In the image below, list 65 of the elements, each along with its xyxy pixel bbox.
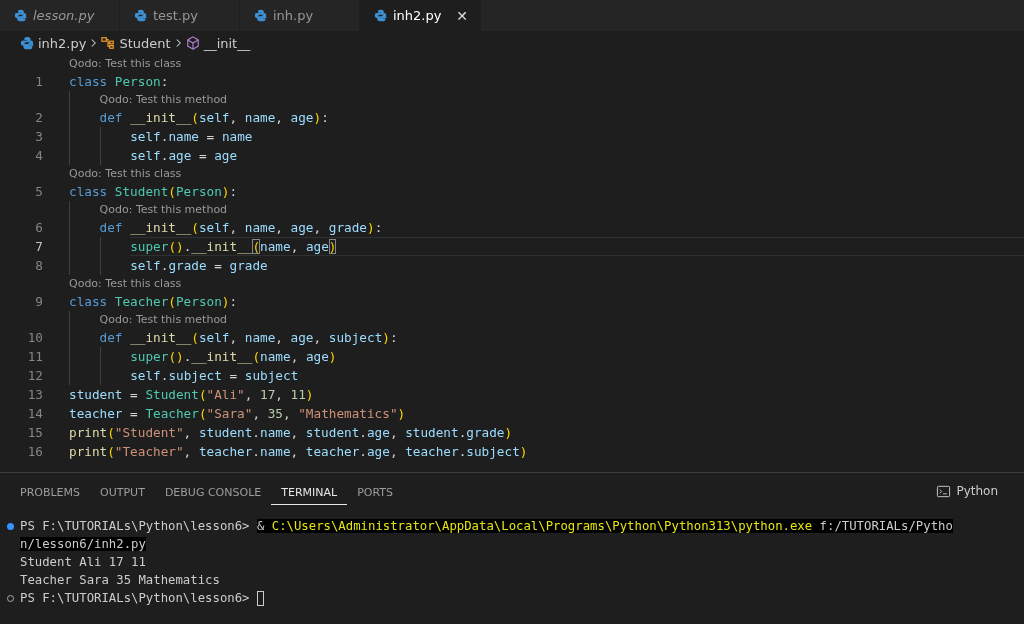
codelens-link[interactable]: Qodo: Test this class <box>69 275 182 292</box>
chevron-icon <box>90 38 98 48</box>
codelens-link[interactable]: Qodo: Test this method <box>99 201 228 218</box>
breadcrumb-item[interactable]: __init__ <box>185 35 251 51</box>
panel-tab[interactable]: OUTPUT <box>90 480 155 505</box>
line-number: 10 <box>26 329 43 347</box>
code-line: print("Student", student.name, student.age, student.grade) <box>69 424 514 442</box>
codelens-link[interactable]: Qodo: Test this method <box>99 91 228 108</box>
code-line: def __init__(self, name, age, grade): <box>99 219 384 237</box>
line-number: 11 <box>26 348 43 366</box>
codelens-link[interactable]: Qodo: Test this method <box>99 311 228 328</box>
python-file-icon <box>374 9 387 22</box>
code-line: self.subject = subject <box>130 367 300 385</box>
file-tab[interactable]: inh2.py ✕ <box>360 0 481 31</box>
breadcrumb-item[interactable]: inh2.py <box>20 35 87 51</box>
line-number: 1 <box>34 73 43 91</box>
line-number: 14 <box>26 405 43 423</box>
codelens-link[interactable]: Qodo: Test this class <box>69 55 182 72</box>
code-line: self.age = age <box>130 147 239 165</box>
line-number: 9 <box>34 293 43 311</box>
file-tab[interactable]: test.py <box>120 0 240 31</box>
python-file-icon <box>254 9 267 22</box>
code-line: self.name = name <box>130 128 254 146</box>
line-number: 12 <box>26 367 43 385</box>
python-file-icon <box>14 9 27 22</box>
terminal-selector[interactable]: Python <box>936 483 998 499</box>
python-file-icon <box>20 36 34 50</box>
breadcrumb-item[interactable]: Student <box>101 35 171 51</box>
cube-icon <box>185 36 200 50</box>
terminal-line: Student Ali 17 11 <box>20 555 146 569</box>
line-number: 7 <box>34 238 43 256</box>
panel-tab[interactable]: TERMINAL <box>271 480 348 505</box>
class-icon <box>101 36 116 50</box>
line-number: 2 <box>34 109 43 127</box>
chevron-icon <box>174 38 182 48</box>
panel-tab[interactable]: PORTS <box>347 480 403 505</box>
code-line: class Student(Person): <box>69 183 239 201</box>
terminal-line: PS F:\TUTORIALs\Python\lesson6> <box>20 591 251 605</box>
line-number: 8 <box>34 257 43 275</box>
line-number: 6 <box>34 219 43 237</box>
line-number: 15 <box>26 424 43 442</box>
close-icon[interactable]: ✕ <box>456 7 468 24</box>
line-number: 5 <box>34 183 43 201</box>
line-number: 16 <box>26 443 43 461</box>
terminal-line: PS F:\TUTORIALs\Python\lesson6> & C:\Users\Administrator\AppData\Local\Programs\Python\Python313\python.exe f:/TUTORIALs/Pytho <box>20 519 953 533</box>
python-file-icon <box>134 9 147 22</box>
code-line: class Teacher(Person): <box>69 293 239 311</box>
code-line: class Person: <box>69 73 170 91</box>
terminal-line: Teacher Sara 35 Mathematics <box>20 573 220 587</box>
codelens-link[interactable]: Qodo: Test this class <box>69 165 182 182</box>
code-line: super().__init__(name, age) <box>130 348 338 366</box>
line-number: 13 <box>26 386 43 404</box>
terminal-icon <box>936 483 952 499</box>
code-line: def __init__(self, name, age, subject): <box>99 329 399 347</box>
code-line: super().__init__(name, age) <box>130 237 1024 256</box>
code-line: teacher = Teacher("Sara", 35, "Mathematics") <box>69 405 407 423</box>
code-line: self.grade = grade <box>130 257 269 275</box>
code-line: print("Teacher", teacher.name, teacher.age, teacher.subject) <box>69 443 529 461</box>
line-number: 4 <box>34 147 43 165</box>
code-line: def __init__(self, name, age): <box>99 109 330 127</box>
file-tab[interactable]: lesson.py <box>0 0 120 31</box>
line-number: 3 <box>34 128 43 146</box>
panel-tab[interactable]: DEBUG CONSOLE <box>154 480 272 505</box>
code-line: student = Student("Ali", 17, 11) <box>69 386 315 404</box>
panel-tab[interactable]: PROBLEMS <box>10 480 91 505</box>
